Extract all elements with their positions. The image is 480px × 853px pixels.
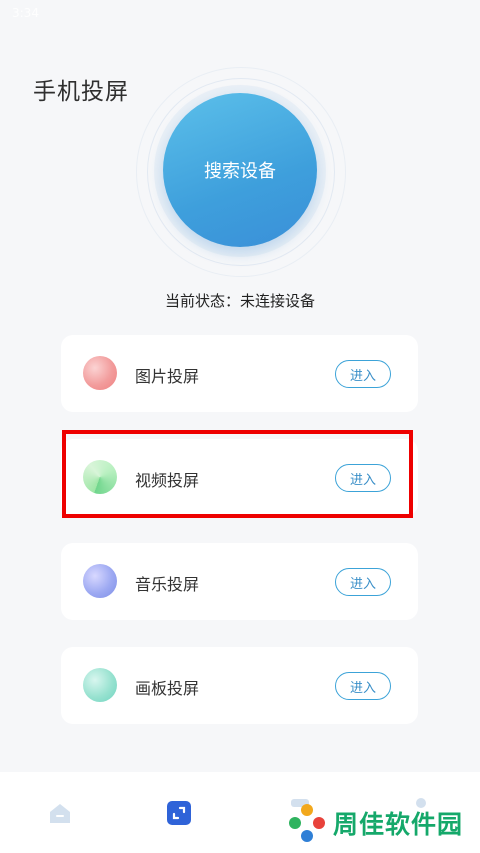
drawing-cast-label: 画板投屏	[135, 679, 200, 698]
home-icon[interactable]	[47, 800, 73, 826]
pink-circle-icon	[83, 356, 117, 390]
image-cast-label: 图片投屏	[135, 367, 200, 386]
video-cast-card[interactable]: 视频投屏 进入	[61, 439, 418, 516]
search-devices-button[interactable]: 搜索设备	[163, 93, 317, 247]
drawing-cast-card[interactable]: 画板投屏 进入	[61, 647, 418, 724]
watermark: 周佳软件园	[285, 800, 463, 846]
teal-circle-icon	[83, 668, 117, 702]
watermark-text: 周佳软件园	[333, 810, 464, 839]
music-cast-enter-button[interactable]: 进入	[335, 568, 391, 596]
watermark-logo-icon	[289, 804, 325, 842]
status-value: 未连接设备	[240, 292, 316, 310]
music-cast-label: 音乐投屏	[135, 575, 200, 594]
status-bar: 3:34	[0, 0, 480, 24]
drawing-cast-enter-button[interactable]: 进入	[335, 672, 391, 700]
music-cast-card[interactable]: 音乐投屏 进入	[61, 543, 418, 620]
cast-icon[interactable]	[166, 800, 192, 826]
image-cast-card[interactable]: 图片投屏 进入	[61, 335, 418, 412]
video-cast-enter-button[interactable]: 进入	[335, 464, 391, 492]
green-circle-icon	[83, 460, 117, 494]
connection-status: 当前状态：未连接设备	[0, 290, 480, 311]
video-cast-label: 视频投屏	[135, 471, 200, 490]
blue-circle-icon	[83, 564, 117, 598]
status-time: 3:34	[12, 6, 39, 20]
search-devices-label: 搜索设备	[204, 161, 276, 182]
image-cast-enter-button[interactable]: 进入	[335, 360, 391, 388]
status-prefix: 当前状态：	[164, 292, 240, 310]
page-title: 手机投屏	[33, 79, 129, 105]
